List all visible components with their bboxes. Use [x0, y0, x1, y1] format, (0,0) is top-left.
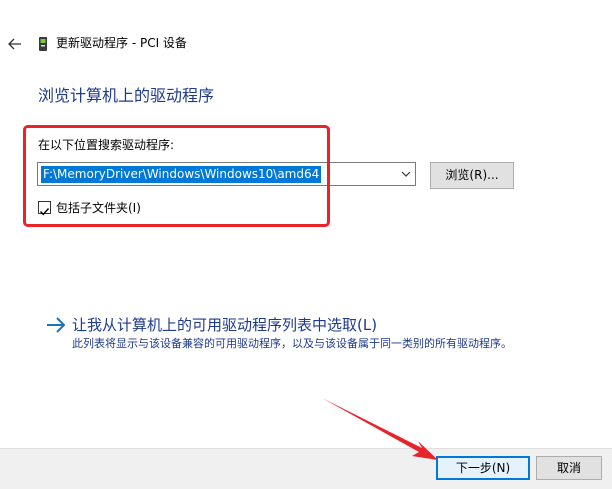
- pick-from-list-description: 此列表将显示与该设备兼容的可用驱动程序，以及与该设备属于同一类别的所有驱动程序。: [72, 337, 512, 350]
- pick-from-list-link[interactable]: 让我从计算机上的可用驱动程序列表中选取(L): [72, 314, 377, 336]
- page-heading: 浏览计算机上的驱动程序: [38, 86, 215, 105]
- annotation-arrow: [322, 398, 438, 460]
- window-title: 更新驱动程序 - PCI 设备: [56, 36, 187, 50]
- back-button[interactable]: [4, 33, 26, 55]
- browse-button[interactable]: 浏览(R)...: [430, 162, 514, 189]
- next-button[interactable]: 下一步(N): [436, 456, 530, 480]
- chevron-down-icon[interactable]: [400, 168, 412, 180]
- driver-device-icon: [39, 37, 47, 51]
- cancel-button[interactable]: 取消: [536, 456, 602, 480]
- back-arrow-icon: [8, 38, 21, 50]
- annotation-highlight-box: [23, 125, 330, 227]
- arrow-right-icon[interactable]: [45, 316, 67, 334]
- update-driver-dialog: 更新驱动程序 - PCI 设备 浏览计算机上的驱动程序 在以下位置搜索驱动程序:…: [0, 0, 612, 489]
